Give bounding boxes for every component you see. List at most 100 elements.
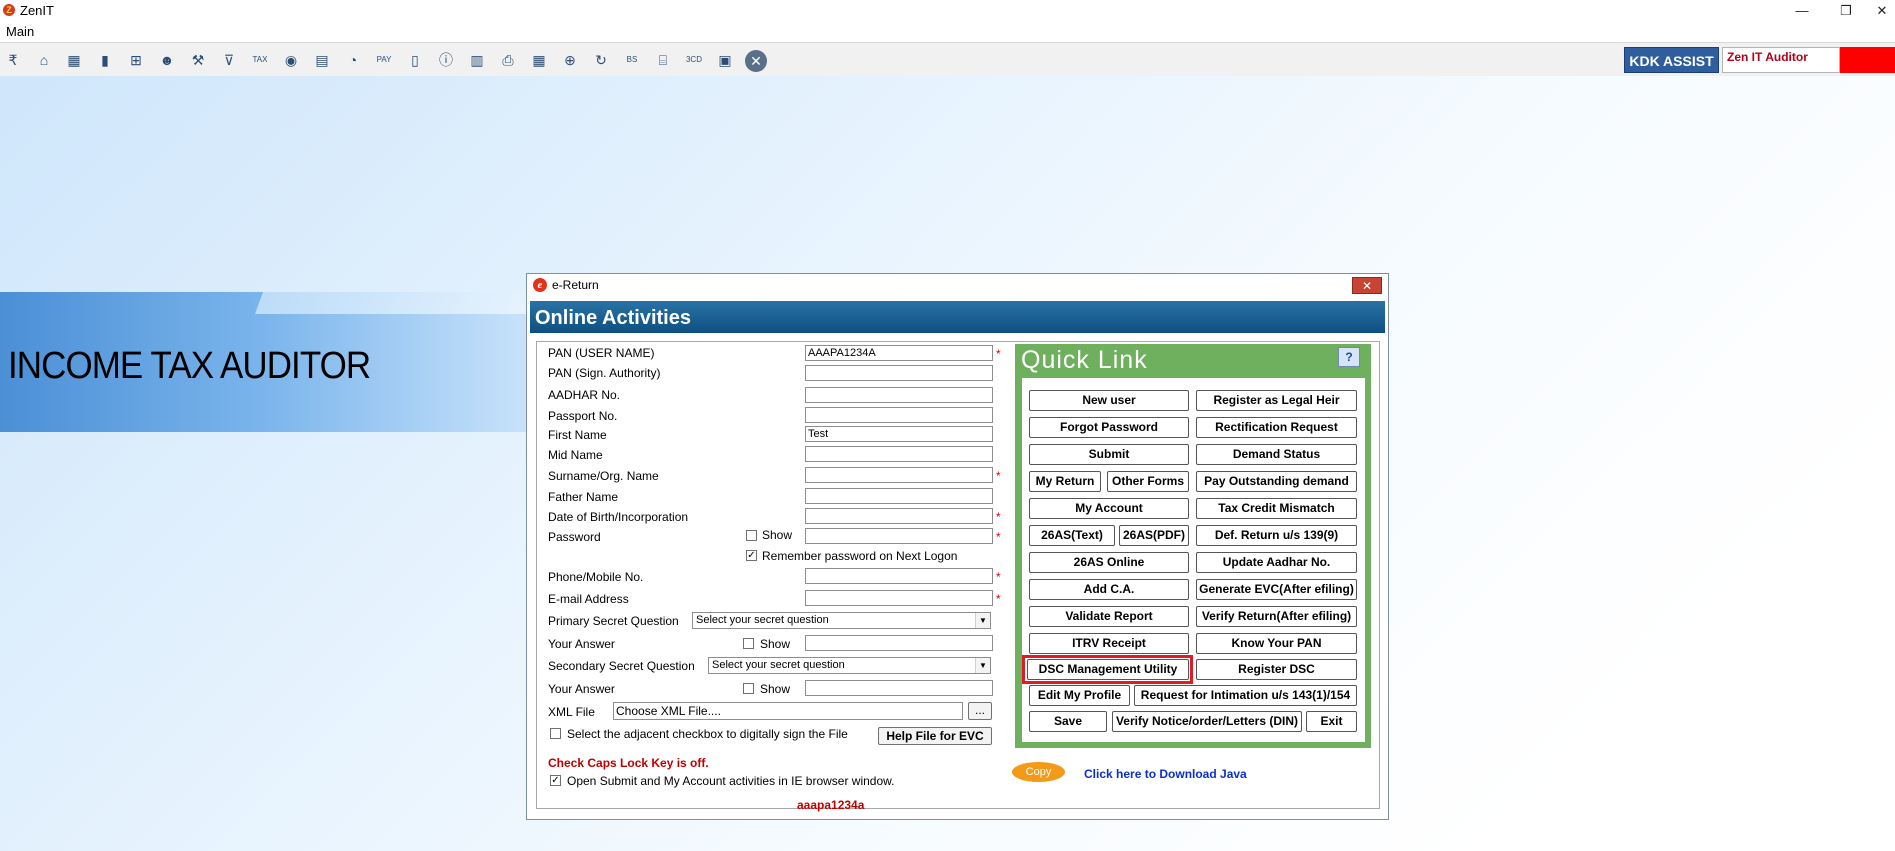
father-name-label: Father Name xyxy=(548,490,619,504)
exit-button[interactable]: Exit xyxy=(1306,711,1357,732)
pan-sign-label: PAN (Sign. Authority) xyxy=(548,366,661,380)
help-evc-button[interactable]: Help File for EVC xyxy=(878,727,992,745)
submit-button[interactable]: Submit xyxy=(1029,444,1189,465)
register-legal-heir-button[interactable]: Register as Legal Heir xyxy=(1196,390,1357,411)
browse-button[interactable]: ... xyxy=(968,702,992,720)
copy-button[interactable]: Copy xyxy=(1012,762,1065,782)
app-title: ZenIT xyxy=(20,3,54,18)
zenit-logo-icon: Z xyxy=(3,4,15,16)
mid-name-input[interactable] xyxy=(805,446,993,462)
pan-user-input[interactable]: AAAPA1234A xyxy=(805,345,993,361)
save-button[interactable]: Save xyxy=(1029,711,1107,732)
show-answer-checkbox[interactable] xyxy=(743,683,754,694)
rectification-request-button[interactable]: Rectification Request xyxy=(1196,417,1357,438)
forgot-password-button[interactable]: Forgot Password xyxy=(1029,417,1189,438)
document-search-icon[interactable]: ⎙ xyxy=(497,49,519,71)
users-icon[interactable]: ☻ xyxy=(156,49,178,71)
father-name-input[interactable] xyxy=(805,488,993,504)
edit-profile-button[interactable]: Edit My Profile xyxy=(1029,685,1130,706)
26as-online-button[interactable]: 26AS Online xyxy=(1029,552,1189,573)
demand-status-button[interactable]: Demand Status xyxy=(1196,444,1357,465)
26as-text-button[interactable]: 26AS(Text) xyxy=(1029,525,1115,546)
tax-credit-mismatch-button[interactable]: Tax Credit Mismatch xyxy=(1196,498,1357,519)
verify-notice-button[interactable]: Verify Notice/order/Letters (DIN) xyxy=(1112,711,1302,732)
know-your-pan-button[interactable]: Know Your PAN xyxy=(1196,633,1357,654)
secondary-question-select[interactable]: Select your secret question ▼ xyxy=(708,657,991,674)
minimize-button[interactable]: — xyxy=(1782,0,1822,22)
dialog-close-button[interactable]: ✕ xyxy=(1352,277,1382,294)
aadhar-input[interactable] xyxy=(805,387,993,403)
remember-password-checkbox[interactable]: ✓ xyxy=(746,550,757,561)
gift-icon[interactable]: ⊞ xyxy=(125,49,147,71)
pan-sign-input[interactable] xyxy=(805,365,993,381)
passport-input[interactable] xyxy=(805,407,993,423)
open-ie-checkbox[interactable]: ✓ xyxy=(550,775,561,786)
first-name-label: First Name xyxy=(548,428,607,442)
secondary-question-label: Secondary Secret Question xyxy=(548,659,695,673)
answer-label: Your Answer xyxy=(548,682,615,696)
help-icon[interactable]: ? xyxy=(1338,347,1360,367)
info-icon[interactable]: ⓘ xyxy=(435,49,457,71)
email-input[interactable] xyxy=(805,590,993,606)
3cd-icon[interactable]: 3CD xyxy=(683,49,705,71)
restore-button[interactable]: ❐ xyxy=(1826,0,1866,22)
verify-return-button[interactable]: Verify Return(After efiling) xyxy=(1196,606,1357,627)
validate-report-button[interactable]: Validate Report xyxy=(1029,606,1189,627)
answer-input[interactable] xyxy=(805,635,993,651)
tax-icon[interactable]: TAX xyxy=(249,49,271,71)
phone-input[interactable] xyxy=(805,568,993,584)
pie-chart-icon[interactable]: ◔ xyxy=(342,49,364,71)
def-return-button[interactable]: Def. Return u/s 139(9) xyxy=(1196,525,1357,546)
register-icon[interactable]: ▣ xyxy=(714,49,736,71)
digital-sign-checkbox[interactable] xyxy=(550,728,561,739)
bank-icon[interactable]: ⌸ xyxy=(652,49,674,71)
bs-icon[interactable]: BS xyxy=(621,49,643,71)
add-ca-button[interactable]: Add C.A. xyxy=(1029,579,1189,600)
refresh-icon[interactable]: ↻ xyxy=(590,49,612,71)
close-circle-icon[interactable]: ✕ xyxy=(745,50,767,72)
email-label: E-mail Address xyxy=(548,592,629,606)
26as-pdf-button[interactable]: 26AS(PDF) xyxy=(1119,525,1189,546)
xml-file-input[interactable]: Choose XML File.... xyxy=(613,702,963,720)
secondary-question-value: Select your secret question xyxy=(712,659,845,671)
register-dsc-button[interactable]: Register DSC xyxy=(1196,659,1357,680)
calculator-icon[interactable]: ▤ xyxy=(311,49,333,71)
filter-icon[interactable]: ⊽ xyxy=(218,49,240,71)
pay-icon[interactable]: PAY xyxy=(373,49,395,71)
first-name-input[interactable]: Test xyxy=(805,426,993,442)
my-account-button[interactable]: My Account xyxy=(1029,498,1189,519)
dob-input[interactable] xyxy=(805,508,993,524)
show-password-checkbox[interactable] xyxy=(746,530,757,541)
show-answer-checkbox[interactable] xyxy=(743,638,754,649)
kdk-assist-button[interactable]: KDK ASSIST xyxy=(1624,47,1719,73)
my-return-button[interactable]: My Return xyxy=(1029,471,1101,492)
ledger-icon[interactable]: ▥ xyxy=(466,49,488,71)
toolbar: ₹ ⌂ ▦ ▮ ⊞ ☻ ⚒ ⊽ TAX ◉ ▤ ◔ PAY ▯ ⓘ ▥ ⎙ ▦ … xyxy=(0,42,1895,77)
close-button[interactable]: ✕ xyxy=(1862,0,1895,22)
gavel-icon[interactable]: ⚒ xyxy=(187,49,209,71)
status-red-block xyxy=(1840,47,1895,73)
password-input[interactable] xyxy=(805,528,993,544)
book-icon[interactable]: ▯ xyxy=(404,49,426,71)
update-aadhar-button[interactable]: Update Aadhar No. xyxy=(1196,552,1357,573)
request-intimation-button[interactable]: Request for Intimation u/s 143(1)/154 xyxy=(1134,685,1357,706)
building-icon[interactable]: ▦ xyxy=(63,49,85,71)
home-icon[interactable]: ⌂ xyxy=(33,49,55,71)
answer-input[interactable] xyxy=(805,680,993,696)
itrv-receipt-button[interactable]: ITRV Receipt xyxy=(1029,633,1189,654)
digital-sign-label: Select the adjacent checkbox to digitall… xyxy=(567,727,848,741)
highlight-box xyxy=(1022,655,1193,684)
surname-input[interactable] xyxy=(805,467,993,483)
bar-chart-icon[interactable]: ▮ xyxy=(94,49,116,71)
download-java-link[interactable]: Click here to Download Java xyxy=(1084,767,1247,781)
new-user-button[interactable]: New user xyxy=(1029,390,1189,411)
pay-outstanding-button[interactable]: Pay Outstanding demand xyxy=(1196,471,1357,492)
rupee-icon[interactable]: ₹ xyxy=(2,49,24,71)
add-document-icon[interactable]: ⊕ xyxy=(559,49,581,71)
menu-main[interactable]: Main xyxy=(6,24,34,39)
calendar-icon[interactable]: ▦ xyxy=(528,49,550,71)
other-forms-button[interactable]: Other Forms xyxy=(1107,471,1189,492)
generate-evc-button[interactable]: Generate EVC(After efiling) xyxy=(1196,579,1357,600)
audio-icon[interactable]: ◉ xyxy=(280,49,302,71)
primary-question-select[interactable]: Select your secret question ▼ xyxy=(692,612,991,629)
